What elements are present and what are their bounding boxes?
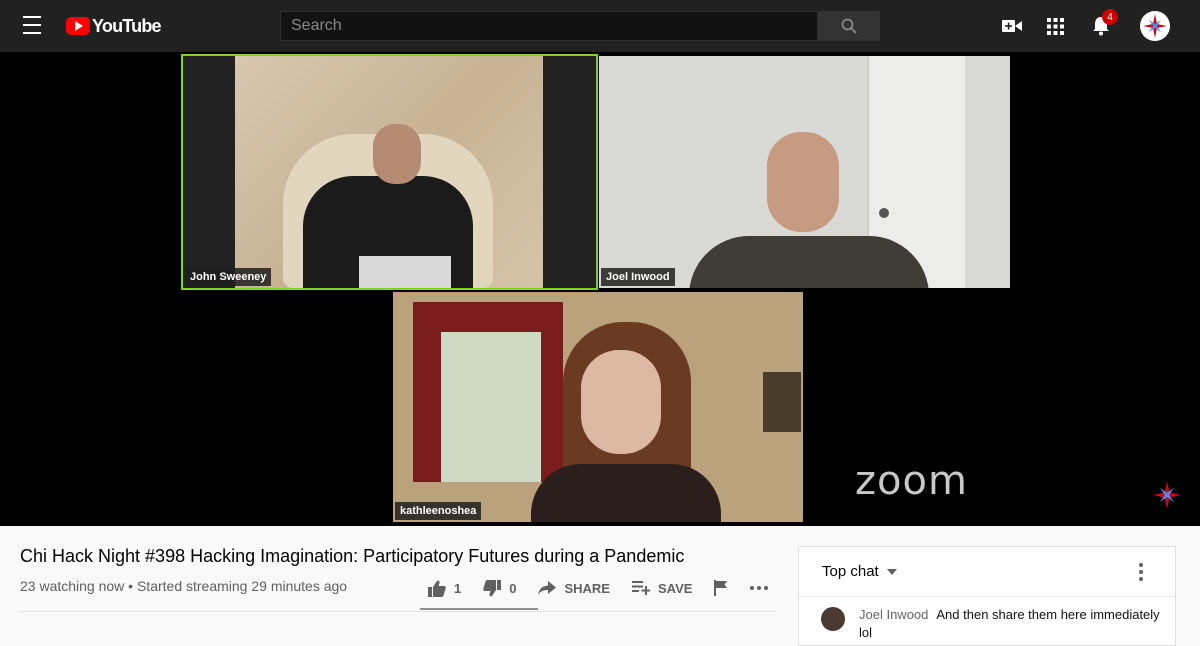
person-kathleen-head [581,350,661,454]
video-meta: 23 watching now • Started streaming 29 m… [20,578,348,594]
chat-more-button[interactable] [1139,563,1155,583]
notifications-button[interactable]: 4 [1089,9,1118,38]
participant-tile-john: John Sweeney [181,54,598,290]
chi-hack-night-star-icon [1143,14,1167,38]
doorknob-image [879,208,889,218]
more-actions-button[interactable] [750,586,769,590]
account-avatar[interactable] [1140,11,1170,41]
chat-author-avatar[interactable] [821,607,845,631]
sentiment-bar [420,608,538,610]
person-kathleen-body [531,464,721,522]
save-label: SAVE [657,580,693,596]
participant-name-label: kathleenoshea [395,502,482,520]
thumbs-up-icon [428,580,446,597]
dislike-count: 0 [509,580,517,596]
logo-text: YouTube [92,15,162,36]
youtube-play-icon [66,17,90,35]
participant-tile-joel: Joel Inwood [599,56,1010,288]
person-john-head [373,124,421,184]
share-label: SHARE [564,580,610,596]
person-joel-image [689,236,929,288]
chat-mode-label: Top chat [822,563,879,580]
person-joel-head [767,132,839,232]
more-horizontal-icon [750,586,769,590]
dislike-button[interactable]: 0 [483,579,517,597]
participant-tile-kathleen: kathleenoshea [393,292,803,522]
like-button[interactable]: 1 [428,580,461,597]
chi-hack-night-star-icon [1153,481,1181,509]
chat-mode-selector[interactable]: Top chat [799,547,1175,597]
apps-button[interactable] [1043,14,1067,38]
flag-icon [714,580,728,596]
search-input[interactable] [280,11,818,41]
report-button[interactable] [714,580,728,596]
masthead: YouTube 4 [0,0,1200,52]
laptop-image [359,256,451,288]
video-player[interactable]: John Sweeney Joel Inwood kathleenoshea z… [0,52,1200,526]
search-bar [280,11,880,41]
share-button[interactable]: SHARE [538,581,610,596]
info-divider [20,611,776,612]
menu-icon[interactable] [20,16,44,36]
video-camera-plus-icon [1002,20,1022,32]
video-actions: 1 0 SHARE SAVE [428,576,790,600]
video-title: Chi Hack Night #398 Hacking Imagination:… [20,546,685,566]
youtube-logo[interactable]: YouTube [66,14,162,38]
window-image [441,332,541,482]
participant-name-label: John Sweeney [185,268,272,286]
participant-name-label: Joel Inwood [601,268,675,286]
search-button[interactable] [818,11,880,41]
share-arrow-icon [538,581,557,595]
thumbs-down-icon [483,579,502,596]
apps-grid-icon [1046,17,1064,35]
like-count: 1 [454,580,462,596]
chat-message-continuation: lol [859,625,873,640]
playlist-add-icon [631,581,650,595]
save-button[interactable]: SAVE [631,580,693,596]
create-video-button[interactable] [1000,14,1024,38]
more-vertical-icon [1139,563,1143,581]
dropdown-arrow-icon [886,568,897,575]
search-icon [841,18,857,34]
zoom-watermark: zoom [855,458,968,504]
painting-image [763,372,801,432]
chat-message-text: And then share them here immediately [936,607,1160,622]
notification-badge: 4 [1102,9,1118,25]
live-chat-panel: Top chat Joel Inwood And then share them… [798,546,1176,646]
